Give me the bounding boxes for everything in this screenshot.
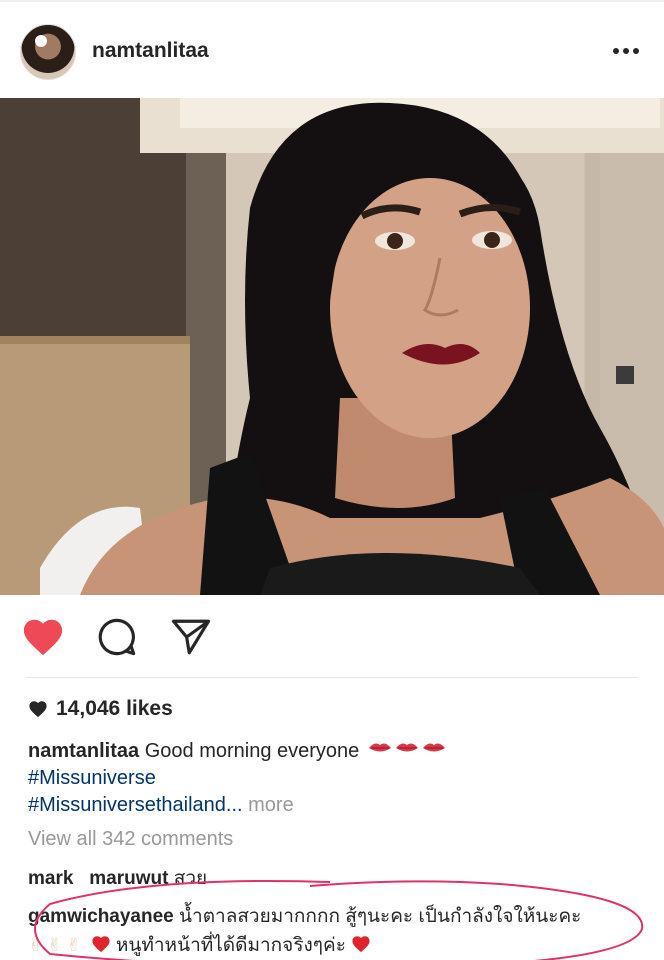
heart-filled-icon[interactable] <box>18 612 68 662</box>
post-photo[interactable] <box>0 98 664 595</box>
action-bar <box>0 612 664 662</box>
post-header: namtanlitaa <box>0 0 664 98</box>
more-dots-icon[interactable] <box>608 36 644 66</box>
annotation-circle <box>34 879 644 960</box>
comment-bubble-icon[interactable] <box>92 612 142 662</box>
likes-text: 14,046 likes <box>56 697 173 720</box>
likes-count[interactable]: 14,046 likes <box>28 697 173 721</box>
hashtag-link[interactable]: #Missuniversethailand... <box>28 794 243 816</box>
view-all-comments-link[interactable]: View all 342 comments <box>28 828 233 851</box>
post-username[interactable]: namtanlitaa <box>92 39 209 63</box>
caption: namtanlitaa Good morning everyone #Missu… <box>28 738 648 819</box>
caption-text: Good morning everyone <box>144 740 360 762</box>
lips-emoji-icon <box>367 738 447 765</box>
avatar[interactable] <box>20 24 76 80</box>
flower-decoration <box>35 35 47 47</box>
divider <box>26 677 638 678</box>
small-heart-icon <box>29 701 47 718</box>
caption-username[interactable]: namtanlitaa <box>28 740 139 762</box>
more-link[interactable]: more <box>248 794 294 816</box>
send-paper-plane-icon[interactable] <box>166 612 216 662</box>
selfie-photo <box>0 98 664 595</box>
hashtag-link[interactable]: #Missuniverse <box>28 765 648 792</box>
